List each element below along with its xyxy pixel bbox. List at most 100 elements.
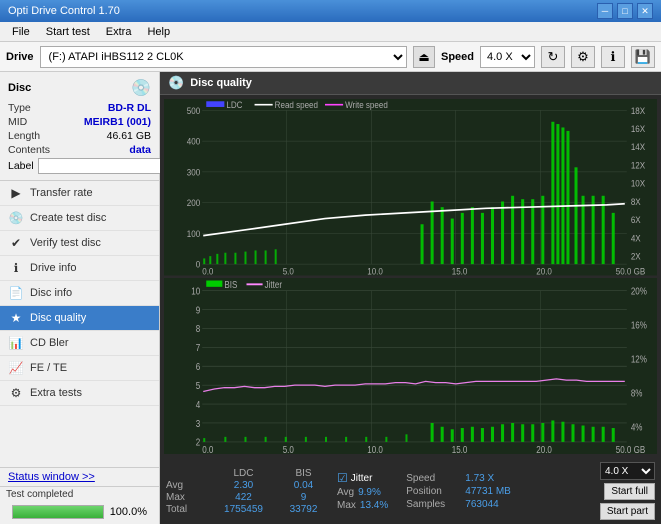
svg-text:200: 200 [187, 198, 201, 209]
svg-text:8%: 8% [631, 387, 643, 398]
sidebar-item-extra-tests[interactable]: ⚙ Extra tests [0, 381, 159, 406]
drive-select[interactable]: (F:) ATAPI iHBS112 2 CL0K [40, 46, 407, 68]
sidebar-item-cd-bler[interactable]: 📊 CD Bler [0, 331, 159, 356]
svg-text:100: 100 [187, 228, 201, 239]
sidebar: Disc 💿 Type BD-R DL MID MEIRB1 (001) Len… [0, 72, 160, 524]
ldc-col-header: LDC [221, 468, 266, 479]
sidebar-item-disc-info[interactable]: 📄 Disc info [0, 281, 159, 306]
svg-text:18X: 18X [631, 105, 646, 116]
fe-te-icon: 📈 [8, 360, 24, 376]
save-button[interactable]: 💾 [631, 46, 655, 68]
svg-text:5.0: 5.0 [283, 444, 294, 454]
sidebar-item-fe-te[interactable]: 📈 FE / TE [0, 356, 159, 381]
close-button[interactable]: ✕ [637, 3, 653, 19]
label-input[interactable] [38, 158, 176, 174]
drive-info-icon: ℹ [8, 260, 24, 276]
svg-text:50.0 GB: 50.0 GB [616, 444, 645, 454]
samples-label: Samples [406, 499, 461, 510]
sidebar-item-label: Extra tests [30, 387, 82, 399]
titlebar: Opti Drive Control 1.70 ─ □ ✕ [0, 0, 661, 22]
length-value: 46.61 GB [107, 130, 151, 142]
type-label: Type [8, 102, 31, 114]
status-window-button[interactable]: Status window >> [0, 468, 159, 487]
avg-label: Avg [166, 480, 201, 491]
svg-text:0.0: 0.0 [202, 266, 213, 276]
sidebar-item-label: Disc quality [30, 312, 86, 324]
svg-text:6X: 6X [631, 215, 641, 226]
svg-text:10.0: 10.0 [367, 444, 383, 454]
disc-panel-title: Disc [8, 82, 31, 94]
disc-length-row: Length 46.61 GB [8, 130, 151, 142]
svg-text:15.0: 15.0 [452, 444, 468, 454]
maximize-button[interactable]: □ [617, 3, 633, 19]
svg-text:10X: 10X [631, 178, 646, 189]
svg-text:Read speed: Read speed [275, 100, 319, 111]
length-label: Length [8, 130, 40, 142]
svg-text:20%: 20% [631, 285, 647, 296]
disc-quality-icon: ★ [8, 310, 24, 326]
start-part-button[interactable]: Start part [600, 503, 655, 520]
svg-text:LDC: LDC [226, 100, 242, 111]
samples-val: 763044 [465, 499, 498, 510]
jitter-checkbox[interactable]: ☑ [337, 471, 348, 485]
progress-bar-fill [13, 506, 103, 518]
sidebar-item-verify-test-disc[interactable]: ✔ Verify test disc [0, 231, 159, 256]
max-ldc: 422 [221, 492, 266, 503]
max-label: Max [166, 492, 201, 503]
info-button[interactable]: ℹ [601, 46, 625, 68]
svg-text:2: 2 [196, 436, 200, 447]
nav-items: ▶ Transfer rate 💿 Create test disc ✔ Ver… [0, 181, 159, 467]
menu-extra[interactable]: Extra [98, 25, 140, 39]
svg-text:10.0: 10.0 [367, 266, 383, 276]
contents-label: Contents [8, 144, 50, 156]
sidebar-item-drive-info[interactable]: ℹ Drive info [0, 256, 159, 281]
titlebar-title: Opti Drive Control 1.70 [8, 5, 120, 17]
svg-text:50.0 GB: 50.0 GB [616, 266, 646, 276]
sidebar-item-label: Transfer rate [30, 187, 93, 199]
minimize-button[interactable]: ─ [597, 3, 613, 19]
content-area: 💿 Disc quality [160, 72, 661, 524]
bis-col-header: BIS [286, 468, 321, 479]
verify-test-disc-icon: ✔ [8, 235, 24, 251]
drive-label: Drive [6, 51, 34, 63]
menubar: File Start test Extra Help [0, 22, 661, 42]
toolbar: Drive (F:) ATAPI iHBS112 2 CL0K ⏏ Speed … [0, 42, 661, 72]
extra-tests-icon: ⚙ [8, 385, 24, 401]
speed-select-right[interactable]: 4.0 X [600, 462, 655, 480]
svg-text:7: 7 [196, 342, 200, 353]
sidebar-item-label: Drive info [30, 262, 76, 274]
svg-text:9: 9 [196, 304, 200, 315]
svg-text:4: 4 [196, 399, 200, 410]
menu-start-test[interactable]: Start test [38, 25, 98, 39]
progress-percent: 100.0% [110, 506, 147, 518]
svg-text:20.0: 20.0 [536, 444, 552, 454]
svg-text:5.0: 5.0 [283, 266, 294, 276]
refresh-button[interactable]: ↻ [541, 46, 565, 68]
svg-text:400: 400 [187, 136, 201, 147]
disc-icon: 💿 [131, 78, 151, 98]
disc-type-row: Type BD-R DL [8, 102, 151, 114]
transfer-rate-icon: ▶ [8, 185, 24, 201]
menu-file[interactable]: File [4, 25, 38, 39]
start-full-button[interactable]: Start full [604, 483, 655, 500]
speed-select[interactable]: 4.0 X [480, 46, 535, 68]
cd-bler-icon: 📊 [8, 335, 24, 351]
eject-button[interactable]: ⏏ [413, 46, 435, 68]
status-text: Test completed [6, 489, 153, 500]
mid-label: MID [8, 116, 27, 128]
sidebar-item-transfer-rate[interactable]: ▶ Transfer rate [0, 181, 159, 206]
menu-help[interactable]: Help [139, 25, 178, 39]
sidebar-item-disc-quality[interactable]: ★ Disc quality [0, 306, 159, 331]
sidebar-item-create-test-disc[interactable]: 💿 Create test disc [0, 206, 159, 231]
position-label: Position [406, 486, 461, 497]
disc-contents-row: Contents data [8, 144, 151, 156]
svg-text:0: 0 [196, 259, 201, 270]
svg-text:4%: 4% [631, 421, 643, 432]
disc-quality-title: Disc quality [190, 77, 252, 89]
sidebar-item-label: Disc info [30, 287, 72, 299]
charts-container: 500 400 300 200 100 0 18X 16X 14X 12X 10… [160, 95, 661, 458]
position-val: 47731 MB [465, 486, 511, 497]
settings-button[interactable]: ⚙ [571, 46, 595, 68]
svg-text:12X: 12X [631, 160, 646, 171]
svg-text:16X: 16X [631, 124, 646, 135]
